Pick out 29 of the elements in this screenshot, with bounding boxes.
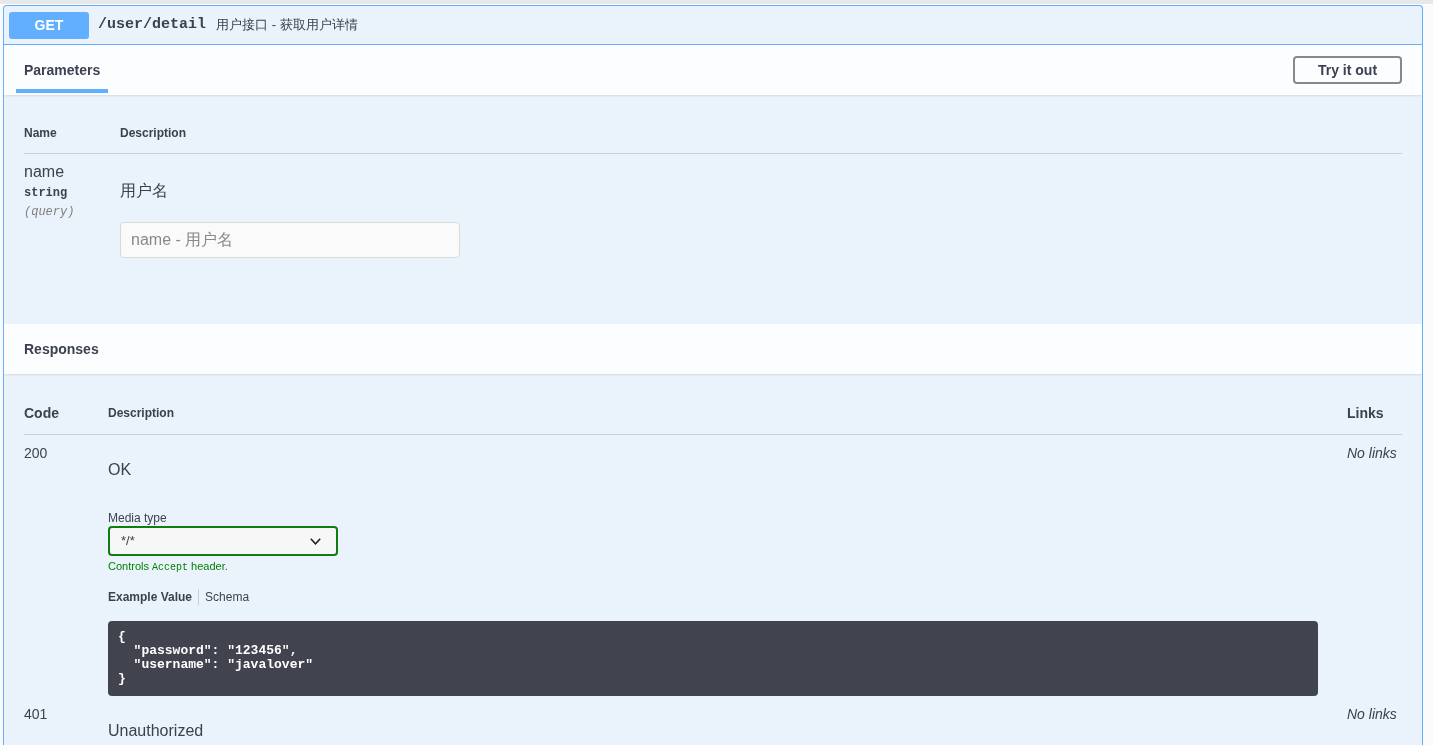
column-header: Name	[24, 125, 57, 141]
example-value-code: { "password": "123456", "username": "javalover" }	[108, 621, 1318, 696]
responses-heading: Responses	[24, 340, 99, 359]
media-type-select[interactable]: */*	[108, 526, 338, 556]
column-header: Description	[108, 405, 174, 422]
column-header: Description	[120, 125, 186, 141]
parameter-name: name	[24, 163, 65, 181]
response-description: OK	[108, 461, 132, 479]
links-text: No links	[1347, 706, 1397, 723]
response-code: 401	[24, 706, 48, 723]
parameter-location: (query)	[24, 204, 75, 220]
try-it-out-button[interactable]: Try it out	[1293, 56, 1402, 84]
example-tab[interactable]: Schema	[205, 589, 250, 605]
method-badge: GET	[9, 11, 89, 39]
endpoint-path: /user/detail	[98, 14, 207, 35]
response-description: Unauthorized	[108, 722, 204, 740]
parameter-input[interactable]: name - 用户名	[120, 222, 460, 258]
column-header: Links	[1347, 405, 1384, 422]
endpoint-summary: 用户接口 - 获取用户详情	[216, 16, 358, 35]
example-tab[interactable]: Example Value	[108, 589, 193, 605]
parameter-type: string	[24, 185, 68, 201]
column-header: Code	[24, 405, 59, 422]
response-code: 200	[24, 445, 48, 462]
parameters-tab[interactable]: Parameters	[16, 45, 109, 93]
media-type-hint: Controls Accept header.	[108, 560, 228, 574]
links-text: No links	[1347, 445, 1397, 462]
chevron-down-icon	[310, 537, 321, 545]
media-type-label: Media type	[108, 511, 167, 525]
parameter-description: 用户名	[120, 181, 168, 201]
